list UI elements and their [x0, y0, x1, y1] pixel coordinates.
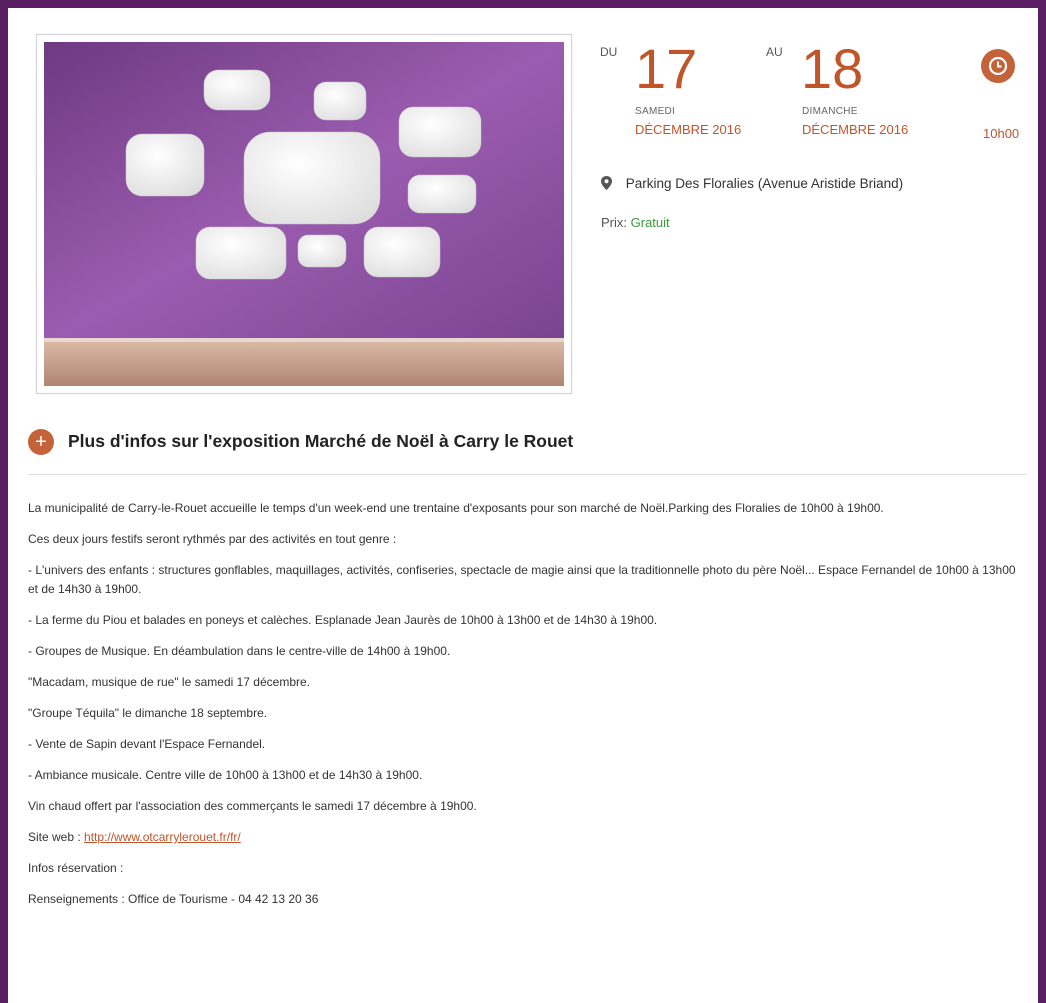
- end-weekday: DIMANCHE: [802, 106, 858, 117]
- description-paragraph: Ces deux jours festifs seront rythmés pa…: [28, 532, 397, 546]
- to-label: AU: [766, 45, 783, 59]
- section-divider: [28, 474, 1026, 475]
- description-paragraph: - L'univers des enfants : structures gon…: [28, 563, 1016, 596]
- description-paragraph: - Ambiance musicale. Centre ville de 10h…: [28, 768, 423, 782]
- reservation-info: Infos réservation :: [28, 861, 124, 875]
- price-label: Prix:: [601, 215, 627, 230]
- event-photo: [44, 42, 564, 386]
- event-panel: DU 17 SAMEDI DÉCEMBRE 2016 AU 18 DIMANCH…: [8, 8, 1038, 1003]
- website-label: Site web :: [28, 830, 85, 844]
- start-weekday: SAMEDI: [635, 106, 676, 117]
- price-value: Gratuit: [630, 215, 670, 230]
- price-row: Prix: Gratuit: [601, 215, 670, 230]
- event-description: La municipalité de Carry-le-Rouet accuei…: [28, 499, 1026, 921]
- description-paragraph: "Groupe Téquila" le dimanche 18 septembr…: [28, 706, 268, 720]
- location-text: Parking Des Floralies (Avenue Aristide B…: [625, 176, 904, 192]
- location-row: Parking Des Floralies (Avenue Aristide B…: [601, 176, 903, 193]
- event-time: 10h00: [983, 126, 1020, 141]
- start-day: 17: [635, 37, 698, 100]
- description-paragraph: "Macadam, musique de rue" le samedi 17 d…: [28, 675, 310, 689]
- event-photo-frame: [36, 34, 572, 394]
- end-day: 18: [801, 37, 864, 100]
- description-paragraph: - Groupes de Musique. En déambulation da…: [28, 644, 451, 658]
- start-month-year: DÉCEMBRE 2016: [635, 122, 742, 137]
- description-paragraph: - La ferme du Piou et balades en poneys …: [28, 613, 658, 627]
- website-link[interactable]: http://www.otcarrylerouet.fr/fr/: [84, 830, 241, 844]
- description-paragraph: - Vente de Sapin devant l'Espace Fernand…: [28, 737, 266, 751]
- website-row: Site web : http://www.otcarrylerouet.fr/…: [28, 828, 1026, 847]
- end-month-year: DÉCEMBRE 2016: [802, 122, 909, 137]
- description-paragraph: Vin chaud offert par l'association des c…: [28, 799, 477, 813]
- plus-icon[interactable]: +: [28, 429, 54, 455]
- map-pin-icon: [601, 176, 612, 193]
- clock-icon: [981, 49, 1015, 83]
- info-title[interactable]: Plus d'infos sur l'exposition Marché de …: [68, 431, 573, 452]
- contact-info: Renseignements : Office de Tourisme - 04…: [28, 892, 319, 906]
- description-paragraph: La municipalité de Carry-le-Rouet accuei…: [28, 501, 884, 515]
- from-label: DU: [600, 45, 618, 59]
